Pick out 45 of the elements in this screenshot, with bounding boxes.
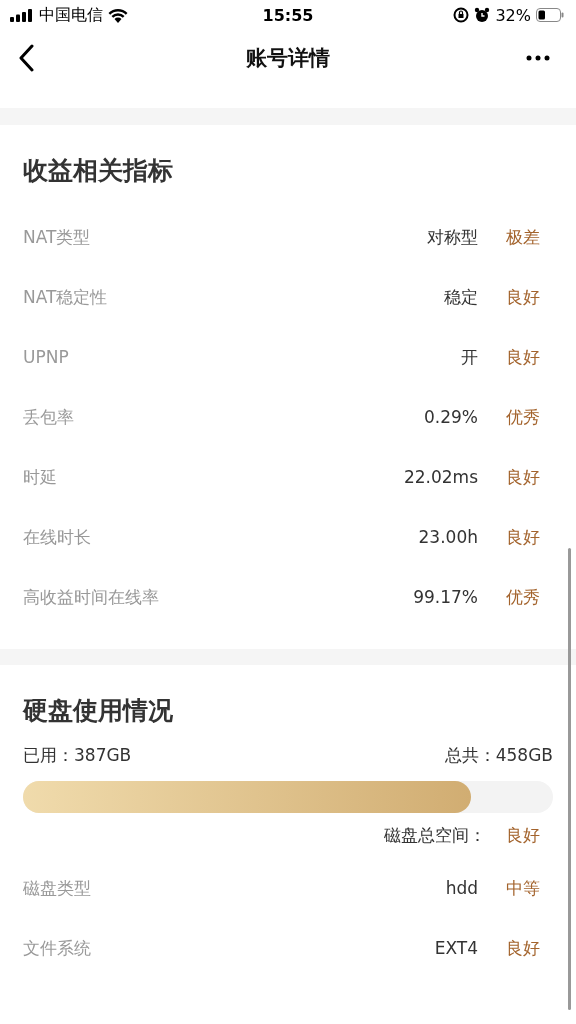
metric-label: 高收益时间在线率 xyxy=(23,585,160,609)
metric-value: 对称型 xyxy=(427,225,478,249)
metric-value: 23.00h xyxy=(418,527,478,547)
metric-rating: 极差 xyxy=(506,225,540,249)
clock-time: 15:55 xyxy=(262,5,314,25)
back-icon xyxy=(18,44,34,72)
metric-label: 丢包率 xyxy=(23,405,75,429)
disk-rating: 中等 xyxy=(506,876,540,900)
metric-value: 99.17% xyxy=(413,587,478,607)
metric-label: NAT类型 xyxy=(23,225,92,249)
battery-percent: 32% xyxy=(495,5,531,25)
disk-value: EXT4 xyxy=(434,938,478,958)
section-title: 收益相关指标 xyxy=(23,155,174,187)
alarm-icon xyxy=(474,7,491,23)
total-space: 总共：458GB xyxy=(444,743,553,767)
used-space: 已用：387GB xyxy=(23,743,132,767)
metric-rating: 良好 xyxy=(506,465,540,489)
disk-rating: 良好 xyxy=(506,936,540,960)
space-rating: 良好 xyxy=(506,824,540,847)
metric-rating: 良好 xyxy=(506,285,540,309)
metric-value: 开 xyxy=(461,345,478,369)
battery-icon xyxy=(536,8,564,22)
carrier-name: 中国电信 xyxy=(39,4,103,26)
wifi-icon xyxy=(108,7,128,23)
metric-value: 稳定 xyxy=(444,285,478,309)
metric-rating: 良好 xyxy=(506,525,540,549)
metric-label: NAT稳定性 xyxy=(23,285,109,309)
disk-value: hdd xyxy=(445,878,478,898)
metric-value: 0.29% xyxy=(424,407,478,427)
rotation-lock-icon xyxy=(453,7,470,23)
section-title: 硬盘使用情况 xyxy=(23,695,174,727)
metric-rating: 良好 xyxy=(506,345,540,369)
metric-value: 22.02ms xyxy=(403,467,478,487)
more-icon xyxy=(526,55,550,61)
disk-label: 磁盘类型 xyxy=(23,876,92,900)
metric-label: 时延 xyxy=(23,465,58,489)
page-title: 账号详情 xyxy=(246,45,330,72)
metric-rating: 优秀 xyxy=(506,585,540,609)
metric-label: UPNP xyxy=(23,347,70,367)
space-label: 磁盘总空间： xyxy=(384,824,486,847)
metric-label: 在线时长 xyxy=(23,525,92,549)
metric-rating: 优秀 xyxy=(506,405,540,429)
disk-label: 文件系统 xyxy=(23,936,92,960)
signal-icon xyxy=(10,8,34,22)
more-button[interactable] xyxy=(524,53,552,63)
